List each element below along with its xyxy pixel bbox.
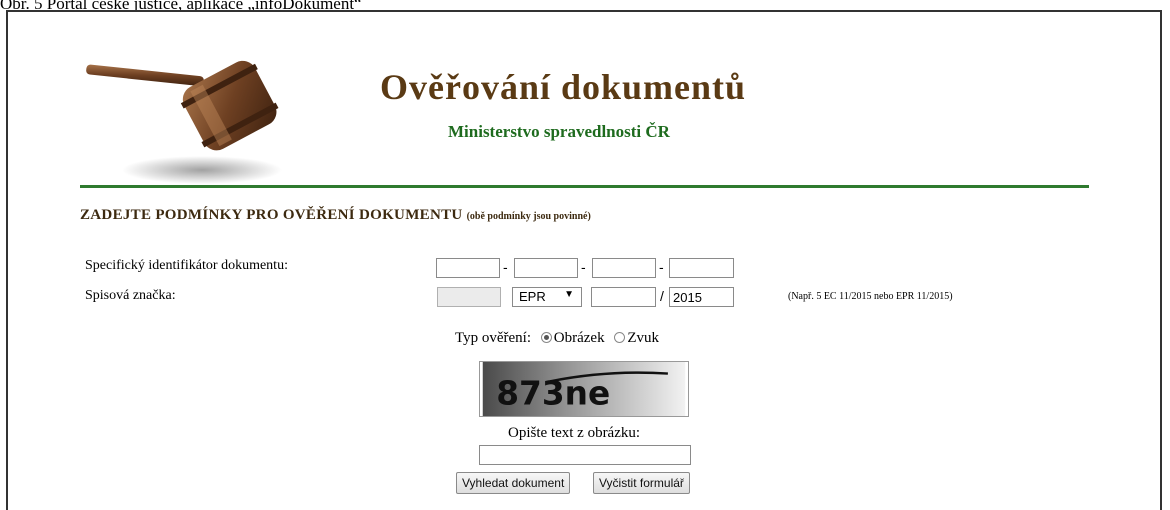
identifier-separator: -: [581, 259, 586, 275]
identifier-part-3[interactable]: [592, 258, 656, 278]
case-serial-field[interactable]: [591, 287, 656, 307]
clear-form-button[interactable]: Vyčistit formulář: [593, 472, 690, 494]
agenda-selected-value: EPR: [519, 289, 546, 304]
year-separator: /: [660, 288, 664, 304]
captcha-prompt: Opište text z obrázku:: [508, 425, 641, 441]
verification-type-row: Typ ověření: Obrázek Zvuk: [455, 330, 659, 347]
page-subtitle: Ministerstvo spravedlnosti ČR: [448, 122, 670, 141]
identifier-part-1[interactable]: [436, 258, 500, 278]
identifier-part-2[interactable]: [514, 258, 578, 278]
identifier-separator: -: [659, 259, 664, 275]
captcha-input[interactable]: [479, 445, 691, 465]
captcha-text: 873ne: [496, 374, 610, 412]
senate-number-field[interactable]: [437, 287, 501, 307]
identifier-separator: -: [503, 259, 508, 275]
agenda-select[interactable]: EPR ▼: [512, 287, 582, 307]
header-divider: [80, 185, 1089, 188]
radio-audio-label[interactable]: Zvuk: [627, 330, 659, 346]
form-heading-note: (obě podmínky jsou povinné): [466, 211, 591, 222]
case-number-label: Spisová značka:: [85, 288, 176, 303]
identifier-part-4[interactable]: [669, 258, 734, 278]
form-heading: ZADEJTE PODMÍNKY PRO OVĚŘENÍ DOKUMENTU (…: [80, 207, 591, 224]
radio-image[interactable]: [540, 332, 552, 343]
verification-type-label: Typ ověření:: [455, 330, 532, 346]
dropdown-arrow-icon: ▼: [564, 289, 574, 300]
radio-image-label[interactable]: Obrázek: [554, 330, 605, 346]
identifier-label: Specifický identifikátor dokumentu:: [85, 258, 288, 273]
gavel-icon: [86, 60, 282, 184]
case-number-example: (Např. 5 EC 11/2015 nebo EPR 11/2015): [788, 291, 953, 302]
radio-audio[interactable]: [614, 332, 626, 343]
case-year-field[interactable]: [669, 287, 734, 307]
form-heading-text: ZADEJTE PODMÍNKY PRO OVĚŘENÍ DOKUMENTU: [80, 207, 463, 223]
search-document-button[interactable]: Vyhledat dokument: [456, 472, 571, 494]
captcha-image: 873ne: [479, 361, 689, 417]
page-title: Ověřování dokumentů: [380, 67, 747, 107]
